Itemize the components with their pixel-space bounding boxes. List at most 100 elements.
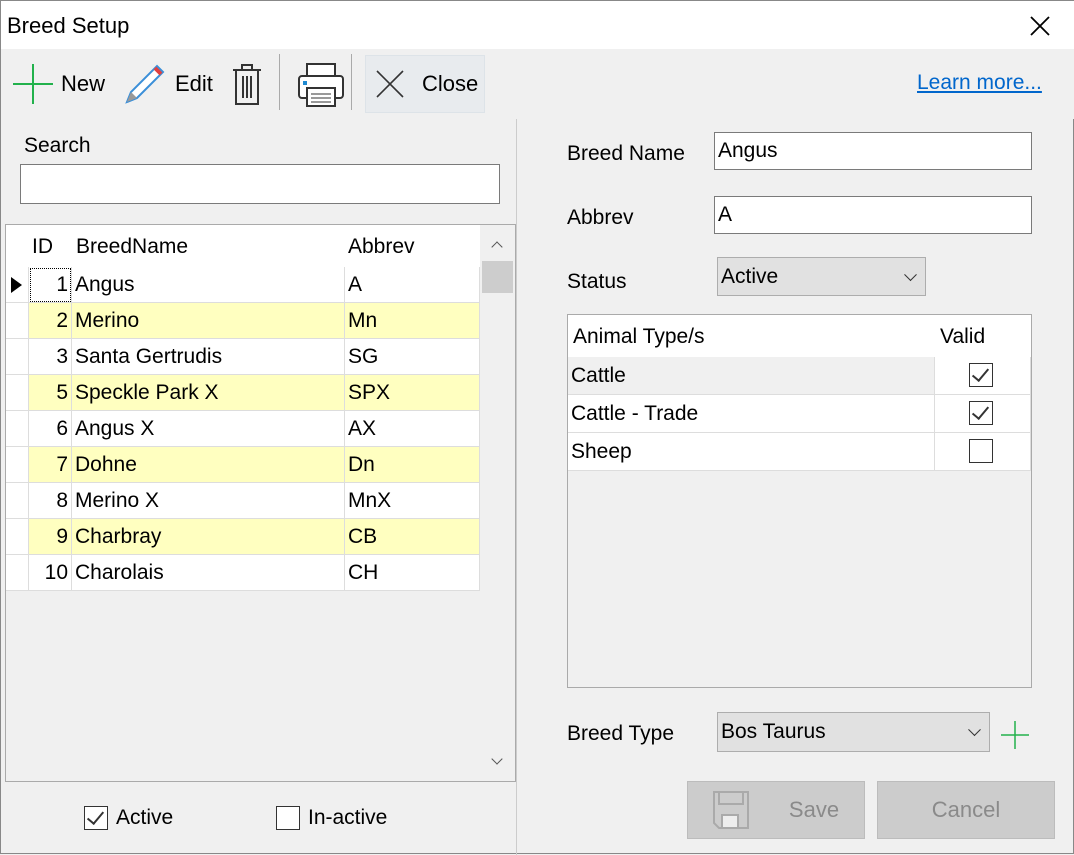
cell-id[interactable]: 8 [29, 483, 72, 519]
cell-abbrev[interactable]: Dn [345, 447, 480, 483]
cancel-button[interactable]: Cancel [877, 781, 1055, 839]
table-row[interactable]: 7 Dohne Dn [6, 447, 480, 483]
pencil-icon [125, 64, 165, 104]
save-button[interactable]: Save [687, 781, 865, 839]
status-select[interactable]: Active [717, 257, 926, 296]
cell-id[interactable]: 7 [29, 447, 72, 483]
row-header[interactable] [6, 447, 29, 483]
cell-breedname[interactable]: Charbray [72, 519, 345, 555]
cell-id[interactable]: 5 [29, 375, 72, 411]
animal-type-row[interactable]: Cattle [568, 357, 1031, 395]
plus-icon [13, 64, 53, 104]
breed-name-input[interactable] [714, 132, 1032, 170]
table-row[interactable]: 6 Angus X AX [6, 411, 480, 447]
scroll-thumb[interactable] [482, 261, 513, 293]
cell-animal-type[interactable]: Sheep [568, 433, 935, 471]
status-value: Active [721, 264, 779, 288]
add-breed-type-icon[interactable] [1001, 721, 1029, 749]
cell-abbrev[interactable]: SPX [345, 375, 480, 411]
table-row[interactable]: 2 Merino Mn [6, 303, 480, 339]
trash-icon [233, 64, 261, 105]
cell-id[interactable]: 2 [29, 303, 72, 339]
cell-abbrev[interactable]: MnX [345, 483, 480, 519]
animal-grid-header: Animal Type/s Valid [568, 315, 1031, 357]
row-header[interactable] [6, 375, 29, 411]
active-checkbox[interactable] [84, 806, 108, 830]
row-header[interactable] [6, 483, 29, 519]
row-header[interactable] [6, 411, 29, 447]
cell-breedname[interactable]: Merino X [72, 483, 345, 519]
table-row[interactable]: 1 Angus A [6, 267, 480, 303]
cell-breedname[interactable]: Charolais [72, 555, 345, 591]
learn-more-link[interactable]: Learn more... [917, 71, 1042, 95]
cell-id[interactable]: 10 [29, 555, 72, 591]
status-label: Status [567, 270, 627, 293]
cell-valid [935, 433, 1031, 471]
breed-name-label: Breed Name [567, 142, 685, 165]
table-row[interactable]: 9 Charbray CB [6, 519, 480, 555]
cell-abbrev[interactable]: SG [345, 339, 480, 375]
table-row[interactable]: 10 Charolais CH [6, 555, 480, 591]
row-header[interactable] [6, 267, 29, 303]
scroll-down-icon[interactable] [491, 753, 503, 765]
close-icon [376, 70, 404, 98]
cell-breedname[interactable]: Dohne [72, 447, 345, 483]
new-label: New [61, 71, 106, 96]
cell-breedname[interactable]: Speckle Park X [72, 375, 345, 411]
row-header[interactable] [6, 519, 29, 555]
cell-breedname[interactable]: Santa Gertrudis [72, 339, 345, 375]
animal-type-row[interactable]: Cattle - Trade [568, 395, 1031, 433]
toolbar-separator [279, 54, 280, 110]
chevron-down-icon [904, 267, 917, 281]
grid-scrollbar[interactable] [480, 225, 515, 781]
col-header-id[interactable]: ID [32, 235, 53, 259]
printer-icon [298, 63, 344, 107]
new-button[interactable]: New [13, 55, 105, 113]
cell-abbrev[interactable]: AX [345, 411, 480, 447]
table-row[interactable]: 8 Merino X MnX [6, 483, 480, 519]
row-header[interactable] [6, 339, 29, 375]
cell-id[interactable]: 9 [29, 519, 72, 555]
cell-breedname[interactable]: Angus X [72, 411, 345, 447]
row-header[interactable] [6, 555, 29, 591]
cell-animal-type[interactable]: Cattle [568, 357, 935, 395]
inactive-filter[interactable]: In-active [276, 806, 387, 830]
abbrev-input[interactable] [714, 196, 1032, 234]
grid-header: ID BreedName Abbrev [6, 225, 480, 267]
close-label: Close [422, 71, 479, 96]
scroll-up-icon[interactable] [491, 241, 503, 253]
table-row[interactable]: 3 Santa Gertrudis SG [6, 339, 480, 375]
window-title: Breed Setup [7, 13, 130, 38]
inactive-checkbox[interactable] [276, 806, 300, 830]
animal-type-row[interactable]: Sheep [568, 433, 1031, 471]
chevron-down-icon [968, 723, 981, 737]
cell-breedname[interactable]: Merino [72, 303, 345, 339]
cell-id[interactable]: 1 [29, 267, 72, 303]
edit-button[interactable]: Edit [123, 55, 213, 113]
cell-id[interactable]: 6 [29, 411, 72, 447]
col-header-breedname[interactable]: BreedName [76, 235, 188, 259]
cell-id[interactable]: 3 [29, 339, 72, 375]
delete-button[interactable] [229, 55, 265, 113]
cell-abbrev[interactable]: Mn [345, 303, 480, 339]
cell-animal-type[interactable]: Cattle - Trade [568, 395, 935, 433]
search-input[interactable] [20, 164, 500, 204]
table-row[interactable]: 5 Speckle Park X SPX [6, 375, 480, 411]
row-header[interactable] [6, 303, 29, 339]
col-header-animal-type: Animal Type/s [573, 325, 705, 348]
window-close-icon[interactable] [1029, 15, 1051, 37]
close-button[interactable]: Close [365, 55, 485, 113]
valid-checkbox[interactable] [969, 439, 993, 463]
col-header-abbrev[interactable]: Abbrev [348, 235, 415, 259]
active-filter[interactable]: Active [84, 806, 173, 830]
cell-abbrev[interactable]: CB [345, 519, 480, 555]
print-button[interactable] [297, 55, 345, 113]
abbrev-label: Abbrev [567, 206, 634, 229]
valid-checkbox[interactable] [969, 401, 993, 425]
cancel-label: Cancel [931, 797, 1001, 822]
valid-checkbox[interactable] [969, 363, 993, 387]
cell-breedname[interactable]: Angus [72, 267, 345, 303]
cell-abbrev[interactable]: A [345, 267, 480, 303]
cell-abbrev[interactable]: CH [345, 555, 480, 591]
breed-type-select[interactable]: Bos Taurus [717, 712, 990, 752]
